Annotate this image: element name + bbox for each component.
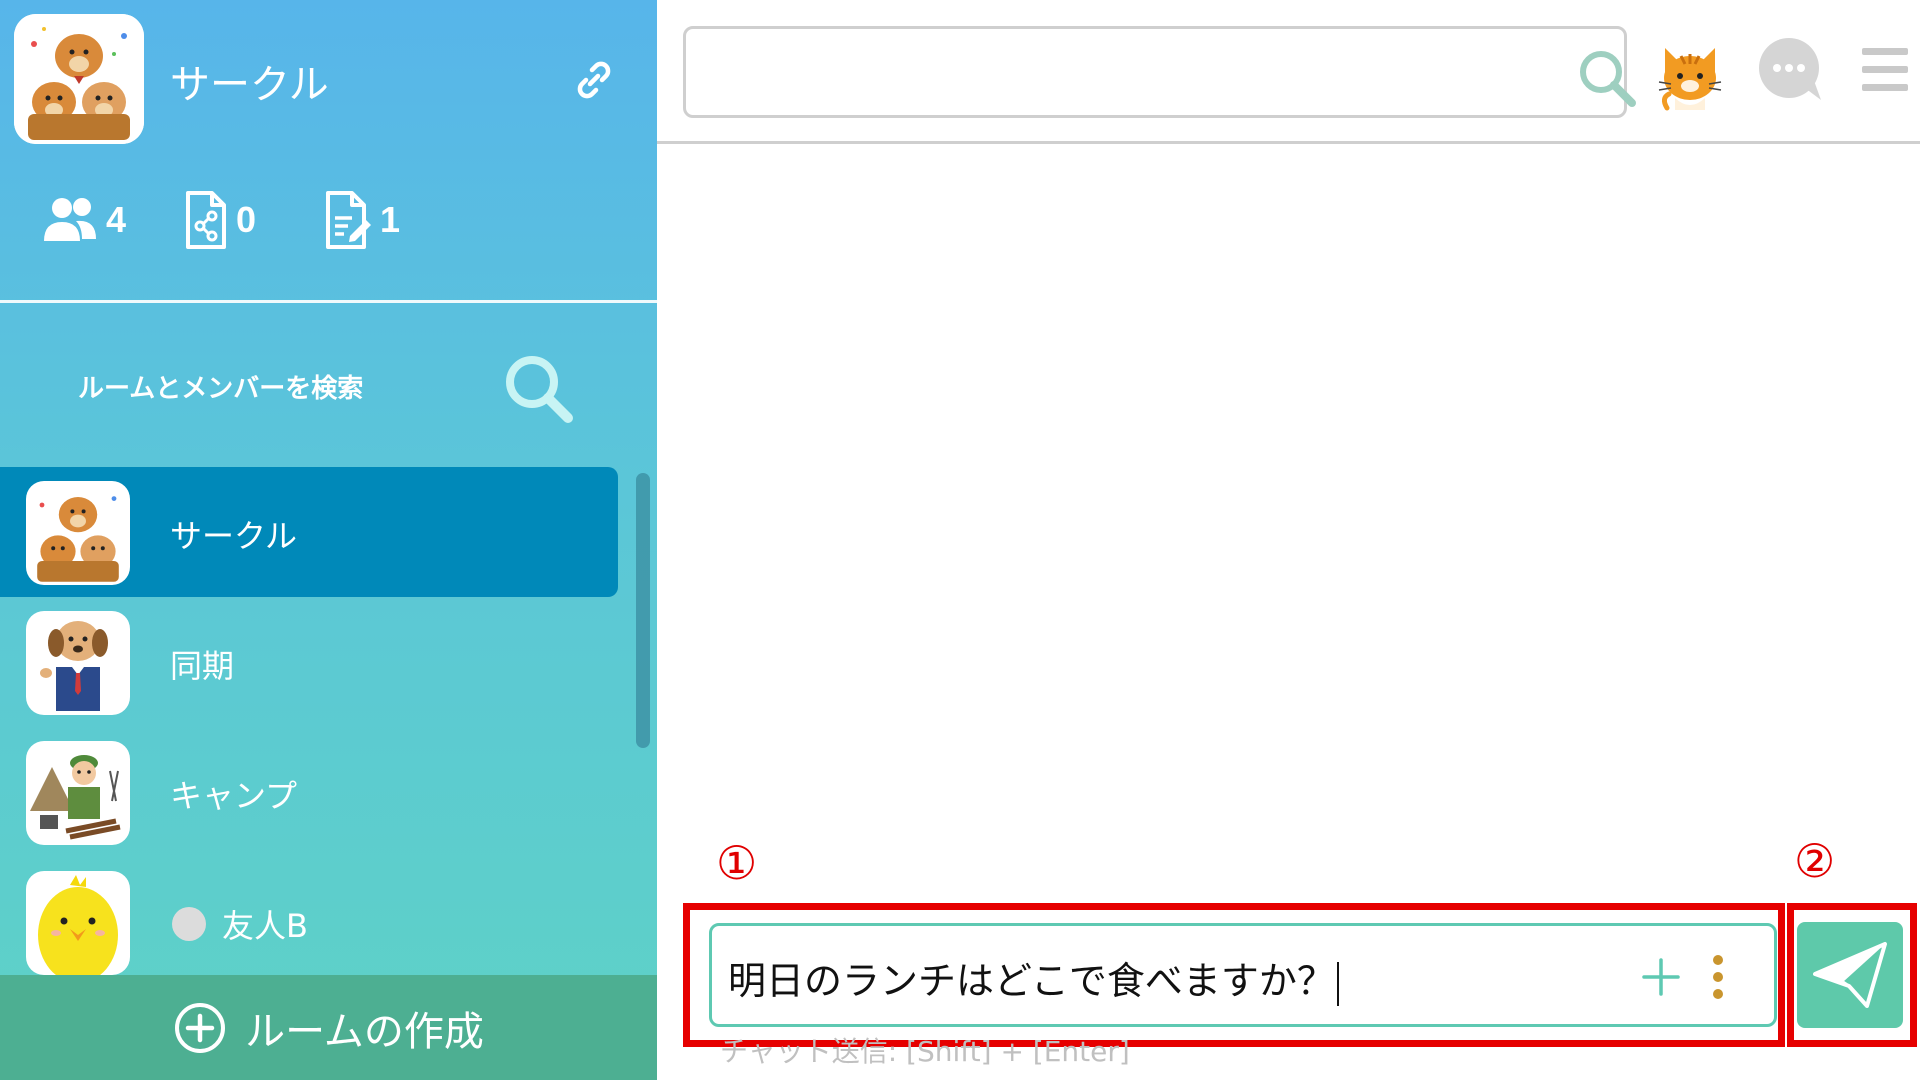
room-list: サークル 同期 キャンプ 友人B [0,467,618,975]
search-input[interactable] [706,43,1526,103]
room-item-friend-b[interactable]: 友人B [0,857,618,975]
room-name: サークル [170,517,298,555]
room-name: キャンプ [170,777,298,815]
room-avatar [26,611,130,715]
room-item-camp[interactable]: キャンプ [0,727,618,857]
more-vertical-icon[interactable] [1708,952,1728,1002]
room-name: 同期 [170,647,235,685]
notes-count: 1 [380,199,401,240]
annotation-number-1: ① [716,836,758,890]
search-icon[interactable] [500,350,576,426]
room-item-circle[interactable]: サークル [0,467,618,597]
notes-stat[interactable]: 1 [324,188,400,252]
members-count: 4 [106,199,127,240]
message-input-text: 明日のランチはどこで食べますか？ [728,959,1335,1003]
shared-files-count: 0 [236,199,257,240]
members-icon [44,198,96,241]
top-bar [657,0,1920,144]
link-icon[interactable] [572,58,616,102]
message-input[interactable]: 明日のランチはどこで食べますか？ [728,950,1339,1006]
sidebar-divider [0,300,657,303]
cat-avatar-icon[interactable] [1657,38,1723,112]
dogs-celebrating-icon [37,496,119,582]
room-avatar [26,741,130,845]
circle-name: サークル [170,62,329,108]
chick-icon [38,875,118,975]
annotation-number-2: ② [1794,834,1836,888]
create-room-button[interactable]: ルームの作成 [0,975,657,1080]
room-avatar [26,871,130,975]
camper-icon [30,755,121,840]
plus-icon[interactable] [1638,954,1684,1000]
note-edit-icon [326,191,371,249]
paper-plane-icon [1813,942,1887,1008]
room-member-search-label[interactable]: ルームとメンバーを検索 [78,368,363,405]
members-stat[interactable]: 4 [42,188,126,252]
dogs-celebrating-icon [14,14,144,144]
chat-message-area [657,147,1920,847]
plus-circle-icon [175,1002,226,1053]
circle-avatar[interactable] [14,14,144,144]
text-caret [1336,961,1339,1006]
sidebar: サークル 4 0 1 ルームとメンバーを検索 サークル 同期 キャンプ 友人B … [0,0,657,1080]
hamburger-menu-icon[interactable] [1862,46,1908,94]
send-shortcut-hint: チャット送信: [Shift] + [Enter] [720,1035,1130,1068]
status-dot-offline [172,907,206,941]
room-name: 友人B [222,907,308,945]
room-avatar [26,481,130,585]
room-list-scrollbar[interactable] [636,473,650,748]
dog-businessman-icon [40,621,108,711]
send-button[interactable] [1797,922,1903,1028]
chat-bubble-icon[interactable] [1757,38,1825,104]
message-composer[interactable]: 明日のランチはどこで食べますか？ [709,923,1777,1027]
shared-file-icon [186,191,226,249]
room-item-doki[interactable]: 同期 [0,597,618,727]
shared-files-stat[interactable]: 0 [184,188,256,252]
global-search-box[interactable] [683,26,1636,118]
search-icon[interactable] [1576,47,1638,109]
create-room-label: ルームの作成 [245,1008,484,1055]
